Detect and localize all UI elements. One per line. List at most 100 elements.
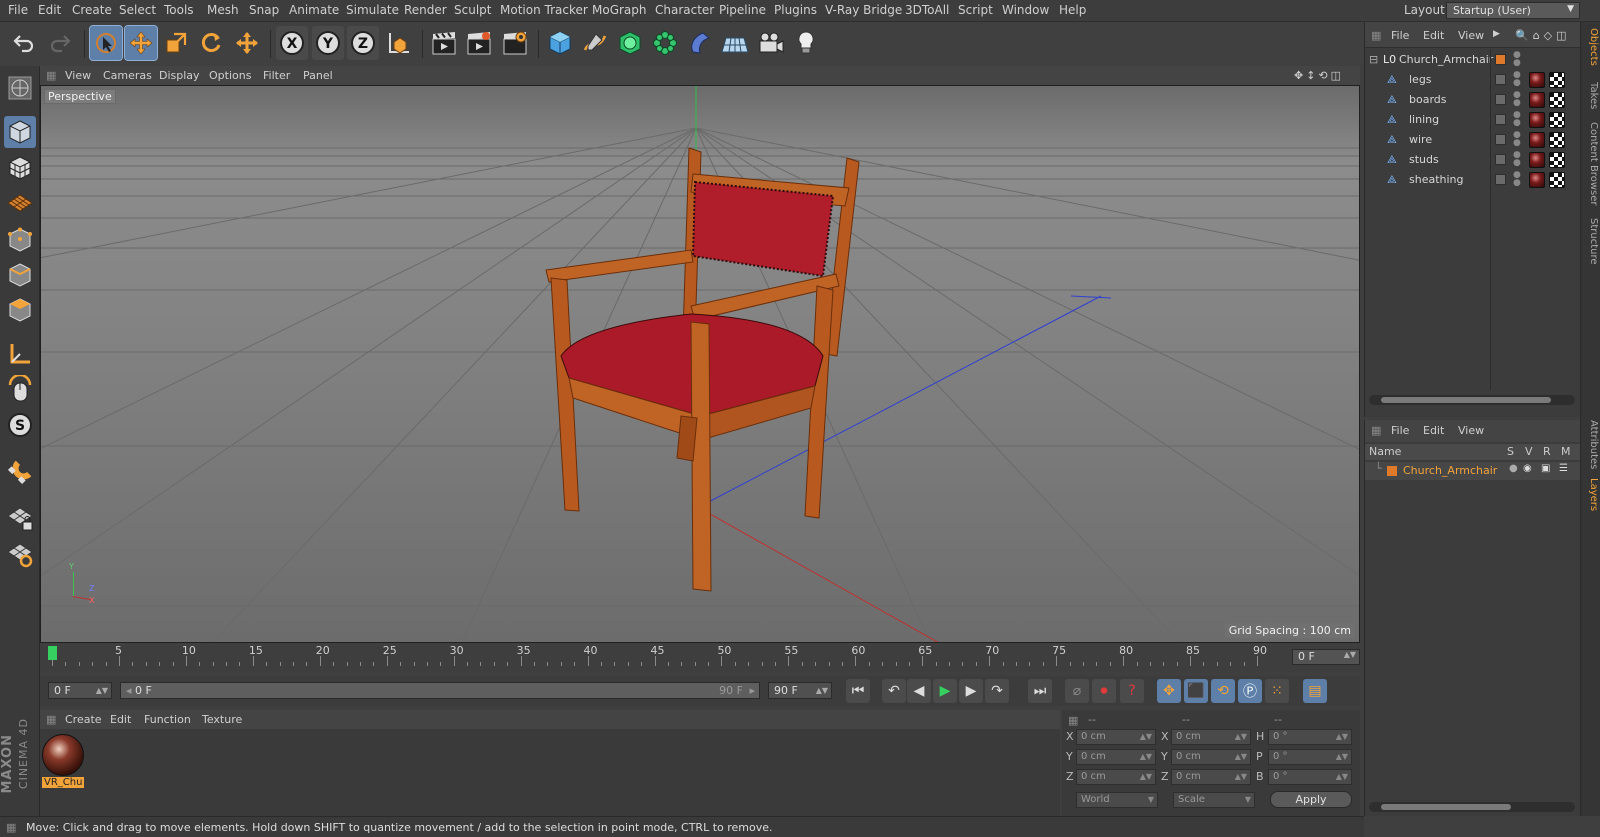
tree-row-sheathing[interactable]: ⟁ sheathing ● ●: [1365, 170, 1581, 190]
tab-structure[interactable]: Structure: [1583, 218, 1599, 265]
menu-animate[interactable]: Animate: [289, 3, 339, 17]
viewport-navigation-icons[interactable]: ✥↕⟲◫: [1294, 69, 1344, 82]
coordinate-mode-dropdown[interactable]: World ▼: [1076, 792, 1158, 808]
workplane-mode-button[interactable]: [4, 187, 36, 219]
go-to-end-button[interactable]: ⏭: [1028, 679, 1052, 703]
snap-button[interactable]: [4, 456, 36, 488]
y-axis-lock-button[interactable]: Y: [312, 26, 344, 60]
visibility-dots-icon[interactable]: ● ●: [1513, 91, 1521, 108]
size-x-field[interactable]: 0 cm ▲▼: [1171, 729, 1251, 745]
viewport-menu-display[interactable]: Display: [159, 69, 200, 82]
timeline-ruler[interactable]: 051015202530354045505560657075808590 0 F…: [40, 644, 1360, 672]
material-menu-create[interactable]: Create: [65, 713, 102, 726]
render-clapper-icon[interactable]: ▣: [1541, 463, 1550, 474]
size-z-field[interactable]: 0 cm ▲▼: [1171, 769, 1251, 785]
viewport-menu-cameras[interactable]: Cameras: [103, 69, 152, 82]
menu-vray-bridge[interactable]: V-Ray Bridge: [825, 3, 902, 17]
layer-menu-edit[interactable]: Edit: [1423, 424, 1444, 437]
z-axis-lock-button[interactable]: Z: [347, 26, 379, 60]
viewport-menu-panel[interactable]: Panel: [303, 69, 333, 82]
eye-icon[interactable]: ◉: [1523, 463, 1532, 474]
perspective-viewport[interactable]: Perspective Grid Spacing : 100 cm Y Z X: [40, 85, 1360, 643]
undo-button[interactable]: [8, 26, 40, 60]
material-tag-icon[interactable]: [1529, 152, 1545, 168]
transform-tool-button[interactable]: [231, 26, 263, 60]
layer-swatch[interactable]: [1495, 94, 1506, 105]
armchair-model[interactable]: [545, 147, 860, 592]
deformer-button[interactable]: [684, 26, 716, 60]
position-y-field[interactable]: 0 cm ▲▼: [1076, 749, 1156, 765]
column-name[interactable]: Name: [1369, 445, 1401, 458]
material-menu-edit[interactable]: Edit: [110, 713, 131, 726]
x-axis-lock-button[interactable]: X: [276, 26, 308, 60]
visibility-dots-icon[interactable]: ● ●: [1513, 111, 1521, 128]
render-picture-viewer-button[interactable]: [463, 26, 495, 60]
tree-row-wire[interactable]: ⟁ wire ● ●: [1365, 130, 1581, 150]
previous-frame-button[interactable]: ◀: [907, 679, 931, 703]
start-frame-field[interactable]: 0 F ▲▼: [48, 682, 112, 699]
live-selection-button[interactable]: [89, 25, 123, 61]
size-y-field[interactable]: 0 cm ▲▼: [1171, 749, 1251, 765]
texture-mode-button[interactable]: [4, 152, 36, 184]
menu-tools[interactable]: Tools: [164, 3, 194, 17]
render-settings-button[interactable]: [499, 26, 531, 60]
menu-3dtoall[interactable]: 3DToAll: [905, 3, 949, 17]
material-tag-icon[interactable]: [1529, 72, 1545, 88]
column-solo[interactable]: S: [1507, 445, 1514, 458]
next-frame-button[interactable]: ▶: [959, 679, 983, 703]
menu-simulate[interactable]: Simulate: [346, 3, 399, 17]
tab-attributes[interactable]: Attributes: [1583, 420, 1599, 469]
material-menu-function[interactable]: Function: [144, 713, 191, 726]
column-visible[interactable]: V: [1525, 445, 1533, 458]
visibility-dots-icon[interactable]: ● ●: [1513, 51, 1521, 68]
point-mode-button[interactable]: [4, 224, 36, 256]
scrollbar-thumb[interactable]: [1381, 804, 1511, 810]
tab-content-browser[interactable]: Content Browser: [1583, 122, 1599, 205]
key-parameter-button[interactable]: Ⓟ: [1238, 679, 1262, 703]
visibility-dots-icon[interactable]: ● ●: [1513, 71, 1521, 88]
previous-key-button[interactable]: ↶: [882, 679, 906, 703]
scale-tool-button[interactable]: [160, 26, 192, 60]
menu-edit[interactable]: Edit: [38, 3, 61, 17]
object-menu-view[interactable]: View: [1458, 29, 1484, 42]
menu-window[interactable]: Window: [1002, 3, 1049, 17]
material-swatch[interactable]: VR_Chu: [42, 734, 84, 790]
viewport-camera-label[interactable]: Perspective: [44, 89, 116, 104]
viewport-menu-filter[interactable]: Filter: [263, 69, 290, 82]
position-z-field[interactable]: 0 cm ▲▼: [1076, 769, 1156, 785]
edge-mode-button[interactable]: [4, 259, 36, 291]
menu-script[interactable]: Script: [958, 3, 993, 17]
planar-workplane-button[interactable]: [4, 538, 36, 570]
render-view-button[interactable]: [428, 26, 460, 60]
tree-row-lining[interactable]: ⟁ lining ● ●: [1365, 110, 1581, 130]
menu-plugins[interactable]: Plugins: [774, 3, 817, 17]
object-toolbar-icons[interactable]: 🔍⌂◇◫: [1515, 29, 1571, 42]
viewport-menu-view[interactable]: View: [65, 69, 91, 82]
rotation-p-field[interactable]: 0 ° ▲▼: [1268, 749, 1352, 765]
uvw-tag-icon[interactable]: [1549, 132, 1565, 148]
size-mode-dropdown[interactable]: Scale ▼: [1173, 792, 1255, 808]
locked-workplane-button[interactable]: [4, 502, 36, 534]
menu-create[interactable]: Create: [72, 3, 112, 17]
tree-row-boards[interactable]: ⟁ boards ● ●: [1365, 90, 1581, 110]
object-horizontal-scrollbar[interactable]: [1369, 395, 1575, 405]
layer-color-swatch[interactable]: [1387, 466, 1397, 476]
rotation-h-field[interactable]: 0 ° ▲▼: [1268, 729, 1352, 745]
layer-swatch[interactable]: [1495, 114, 1506, 125]
coordinate-system-button[interactable]: [383, 26, 415, 60]
end-frame-field[interactable]: 90 F ▲▼: [768, 682, 832, 699]
viewport-menu-options[interactable]: Options: [209, 69, 251, 82]
layout-dropdown[interactable]: Startup (User) ▼: [1446, 2, 1580, 19]
make-editable-button[interactable]: [4, 72, 36, 104]
rotate-tool-button[interactable]: [195, 26, 227, 60]
light-object-button[interactable]: [790, 26, 822, 60]
collapse-icon[interactable]: ⊟: [1369, 53, 1378, 66]
menu-file[interactable]: File: [8, 3, 28, 17]
go-to-start-button[interactable]: ⏮: [846, 679, 870, 703]
key-scale-button[interactable]: ⬛: [1184, 679, 1208, 703]
timeline-window-button[interactable]: ▤: [1303, 679, 1327, 703]
material-menu-texture[interactable]: Texture: [202, 713, 242, 726]
menu-mograph[interactable]: MoGraph: [592, 3, 647, 17]
tree-row-legs[interactable]: ⟁ legs ● ●: [1365, 70, 1581, 90]
axis-mode-button[interactable]: [4, 338, 36, 370]
